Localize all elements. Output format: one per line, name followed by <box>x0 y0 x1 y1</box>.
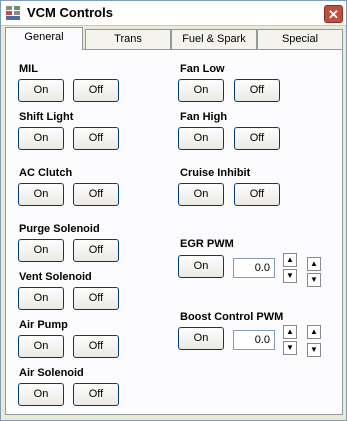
ac-clutch-on-button[interactable]: On <box>18 183 64 206</box>
fan-high-on-button[interactable]: On <box>178 127 224 150</box>
boost-control-pwm-coarse-up-button[interactable]: ▲ <box>283 325 297 339</box>
down-arrow-icon: ▼ <box>310 275 318 284</box>
cruise-inhibit-off-button[interactable]: Off <box>234 183 280 206</box>
ac-clutch-off-button[interactable]: Off <box>73 183 119 206</box>
down-arrow-icon: ▼ <box>286 271 294 280</box>
shift-light-label: Shift Light <box>19 111 74 123</box>
ac-clutch-label: AC Clutch <box>19 167 73 179</box>
air-pump-off-button[interactable]: Off <box>73 335 119 358</box>
tab-general[interactable]: General <box>5 27 83 50</box>
purge-solenoid-off-button[interactable]: Off <box>73 239 119 262</box>
close-button[interactable]: ✕ <box>324 5 343 23</box>
up-arrow-icon: ▲ <box>286 255 294 264</box>
air-pump-label: Air Pump <box>19 319 68 331</box>
purge-solenoid-on-button[interactable]: On <box>18 239 64 262</box>
boost-control-pwm-fine-down-button[interactable]: ▼ <box>307 343 321 357</box>
fan-high-off-button[interactable]: Off <box>234 127 280 150</box>
tab-fuel-spark[interactable]: Fuel & Spark <box>171 29 257 49</box>
egr-pwm-value-field[interactable]: 0.0 <box>233 258 275 278</box>
up-arrow-icon: ▲ <box>310 327 318 336</box>
fan-high-label: Fan High <box>180 111 228 123</box>
title-bar[interactable]: VCM Controls ✕ <box>1 1 346 26</box>
boost-control-pwm-fine-up-button[interactable]: ▲ <box>307 325 321 339</box>
boost-control-pwm-value-field[interactable]: 0.0 <box>233 330 275 350</box>
shift-light-on-button[interactable]: On <box>18 127 64 150</box>
app-icon <box>5 5 21 21</box>
egr-pwm-coarse-down-button[interactable]: ▼ <box>283 269 297 283</box>
window-title: VCM Controls <box>27 5 113 20</box>
tab-strip: General Trans Fuel & Spark Special <box>5 27 343 50</box>
air-solenoid-label: Air Solenoid <box>19 367 84 379</box>
egr-pwm-fine-up-button[interactable]: ▲ <box>307 257 321 271</box>
mil-on-button[interactable]: On <box>18 79 64 102</box>
cruise-inhibit-on-button[interactable]: On <box>178 183 224 206</box>
fan-low-on-button[interactable]: On <box>178 79 224 102</box>
mil-label: MIL <box>19 63 38 75</box>
up-arrow-icon: ▲ <box>310 259 318 268</box>
egr-pwm-on-button[interactable]: On <box>178 255 224 278</box>
egr-pwm-coarse-up-button[interactable]: ▲ <box>283 253 297 267</box>
down-arrow-icon: ▼ <box>310 345 318 354</box>
fan-low-off-button[interactable]: Off <box>234 79 280 102</box>
boost-control-pwm-coarse-down-button[interactable]: ▼ <box>283 341 297 355</box>
vent-solenoid-off-button[interactable]: Off <box>73 287 119 310</box>
mil-off-button[interactable]: Off <box>73 79 119 102</box>
down-arrow-icon: ▼ <box>286 343 294 352</box>
close-icon: ✕ <box>328 7 339 22</box>
air-solenoid-on-button[interactable]: On <box>18 383 64 406</box>
egr-pwm-fine-down-button[interactable]: ▼ <box>307 273 321 287</box>
shift-light-off-button[interactable]: Off <box>73 127 119 150</box>
vent-solenoid-on-button[interactable]: On <box>18 287 64 310</box>
boost-control-pwm-on-button[interactable]: On <box>178 327 224 350</box>
tab-trans[interactable]: Trans <box>85 29 171 49</box>
fan-low-label: Fan Low <box>180 63 225 75</box>
boost-control-pwm-label: Boost Control PWM <box>180 311 284 323</box>
purge-solenoid-label: Purge Solenoid <box>19 223 100 235</box>
vcm-controls-window: VCM Controls ✕ General Trans Fuel & Spar… <box>0 0 347 421</box>
tab-special[interactable]: Special <box>257 29 343 49</box>
egr-pwm-label: EGR PWM <box>180 238 234 250</box>
air-solenoid-off-button[interactable]: Off <box>73 383 119 406</box>
up-arrow-icon: ▲ <box>286 327 294 336</box>
general-panel: MIL On Off Shift Light On Off AC Clutch … <box>5 49 343 415</box>
vent-solenoid-label: Vent Solenoid <box>19 271 92 283</box>
air-pump-on-button[interactable]: On <box>18 335 64 358</box>
cruise-inhibit-label: Cruise Inhibit <box>180 167 251 179</box>
